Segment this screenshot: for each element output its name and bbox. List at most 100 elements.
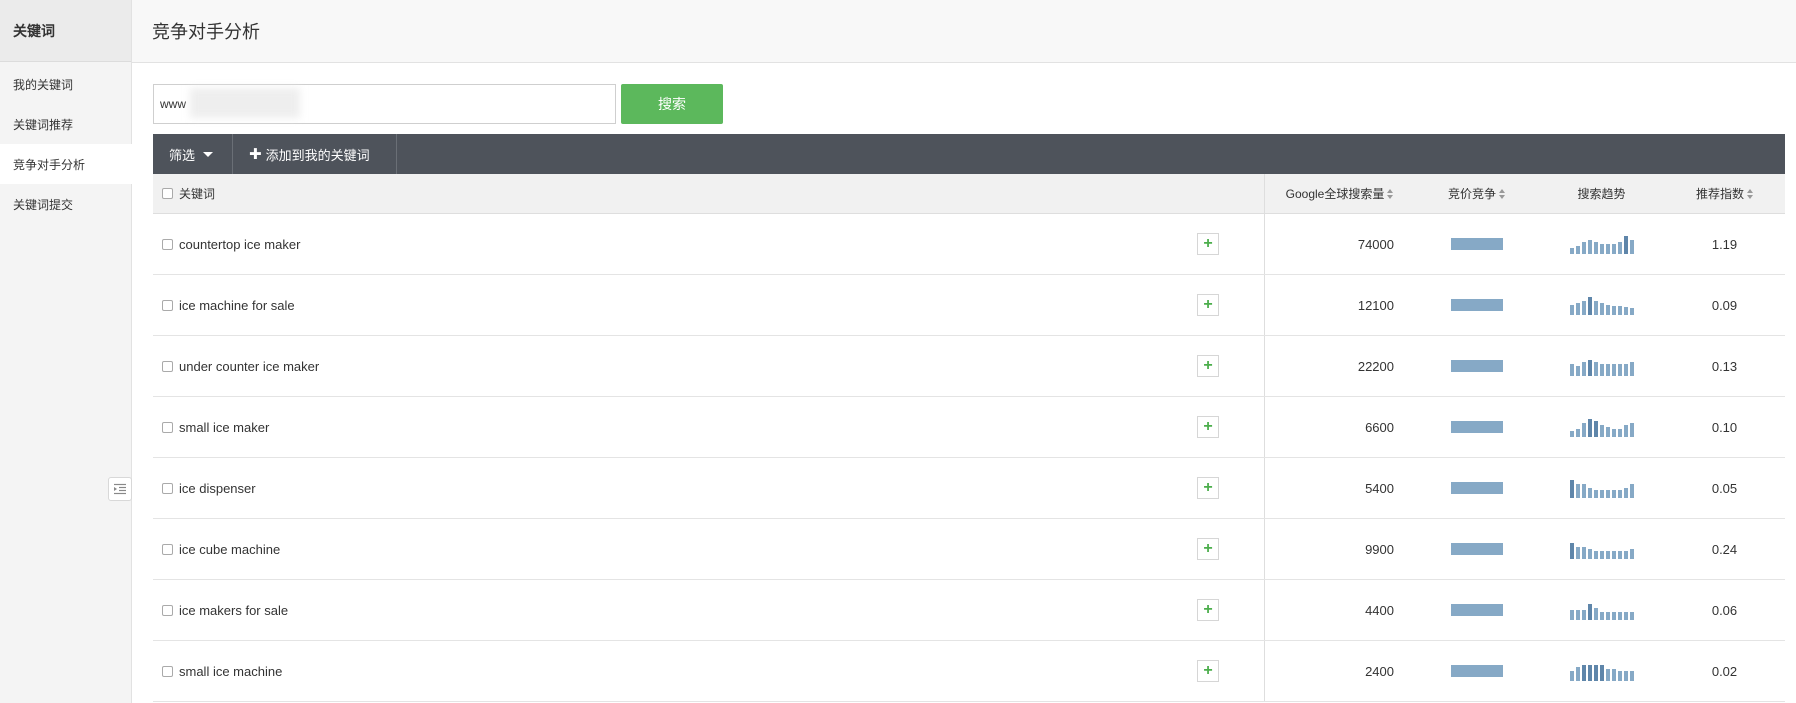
trend-bar [1575, 366, 1580, 376]
add-keyword-button[interactable]: + [1197, 599, 1219, 621]
search-trend-sparkline [1569, 417, 1634, 437]
table-body: countertop ice maker + 74000 1.19 ice ma… [153, 214, 1785, 702]
volume-value: 22200 [1357, 358, 1394, 374]
row-checkbox[interactable] [162, 238, 173, 250]
row-checkbox[interactable] [162, 604, 173, 616]
row-checkbox[interactable] [162, 543, 173, 555]
trend-bar [1617, 551, 1622, 559]
search-trend-sparkline [1569, 661, 1634, 681]
trend-bar [1587, 604, 1592, 620]
add-to-my-keywords-button[interactable]: ✚ 添加到我的关键词 [233, 134, 397, 174]
trend-bar [1599, 490, 1604, 498]
keyword-text: small ice machine [179, 663, 283, 679]
plus-icon: + [1203, 357, 1213, 374]
trend-bar [1575, 429, 1580, 437]
table-row: countertop ice maker + 74000 1.19 [153, 214, 1785, 275]
cell-bid [1414, 275, 1539, 335]
keyword-text: ice cube machine [179, 541, 281, 557]
filter-dropdown-button[interactable]: 筛选 [153, 134, 233, 174]
trend-bar [1617, 364, 1622, 376]
add-keyword-button[interactable]: + [1197, 477, 1219, 499]
bid-competition-bar [1450, 238, 1503, 250]
add-keyword-button[interactable]: + [1197, 416, 1219, 438]
cell-keyword: ice dispenser + [153, 458, 1264, 518]
trend-bar [1611, 244, 1616, 254]
trend-bar [1569, 364, 1574, 376]
page-title: 竞争对手分析 [152, 22, 260, 42]
add-label: 添加到我的关键词 [265, 147, 370, 163]
row-checkbox[interactable] [162, 482, 173, 494]
header-bid-label: 竞价竞争 [1447, 187, 1496, 201]
row-checkbox[interactable] [162, 360, 173, 372]
trend-bar [1605, 305, 1610, 315]
plus-icon: + [1203, 235, 1213, 252]
plus-icon: ✚ [249, 146, 262, 163]
trend-bar [1629, 362, 1634, 376]
header-recommend[interactable]: 推荐指数 [1664, 174, 1785, 213]
trend-bar [1569, 543, 1574, 559]
volume-value: 5400 [1365, 480, 1394, 496]
add-keyword-button[interactable]: + [1197, 355, 1219, 377]
trend-bar [1623, 612, 1628, 620]
table-row: small ice machine + 2400 0.02 [153, 641, 1785, 702]
table-row: ice cube machine + 9900 0.24 [153, 519, 1785, 580]
row-checkbox[interactable] [162, 299, 173, 311]
trend-bar [1617, 490, 1622, 498]
cell-recommend: 0.06 [1664, 580, 1785, 640]
trend-bar [1629, 423, 1634, 437]
trend-bar [1599, 244, 1604, 254]
keyword-text: countertop ice maker [179, 236, 301, 252]
add-keyword-button[interactable]: + [1197, 538, 1219, 560]
sidebar-item-competitor-analysis[interactable]: 竞争对手分析 [0, 144, 133, 184]
row-checkbox[interactable] [162, 421, 173, 433]
trend-bar [1587, 419, 1592, 437]
trend-bar [1587, 488, 1592, 498]
trend-bar [1605, 612, 1610, 620]
redacted-mask [190, 88, 300, 118]
bid-competition-bar [1450, 360, 1503, 372]
search-trend-sparkline [1569, 539, 1634, 559]
sidebar-item-keyword-recommend[interactable]: 关键词推荐 [0, 104, 131, 144]
add-keyword-button[interactable]: + [1197, 294, 1219, 316]
sidebar-item-keyword-submit[interactable]: 关键词提交 [0, 184, 131, 224]
trend-bar [1599, 303, 1604, 315]
sort-icon [1387, 188, 1394, 199]
search-button[interactable]: 搜索 [621, 84, 723, 124]
header-volume[interactable]: Google全球搜索量 [1264, 174, 1414, 213]
trend-bar [1623, 307, 1628, 315]
sort-icon [1747, 188, 1753, 199]
add-keyword-button[interactable]: + [1197, 233, 1219, 255]
trend-bar [1581, 423, 1586, 437]
trend-bar [1623, 671, 1628, 681]
add-keyword-button[interactable]: + [1197, 660, 1219, 682]
cell-volume: 74000 [1264, 214, 1414, 274]
cell-bid [1414, 458, 1539, 518]
cell-bid [1414, 397, 1539, 457]
filter-label: 筛选 [169, 147, 196, 163]
trend-bar [1593, 242, 1598, 254]
trend-bar [1581, 484, 1586, 498]
keyword-text: ice makers for sale [179, 602, 289, 618]
recommend-value: 0.24 [1711, 541, 1738, 557]
keyword-text: ice dispenser [179, 480, 256, 496]
recommend-value: 1.19 [1711, 236, 1738, 252]
select-all-checkbox[interactable] [162, 188, 173, 199]
trend-bar [1617, 671, 1622, 681]
header-trend: 搜索趋势 [1539, 174, 1664, 213]
trend-bar [1581, 610, 1586, 620]
page-header: 竞争对手分析 [132, 0, 1796, 63]
trend-bar [1611, 612, 1616, 620]
trend-bar [1623, 425, 1628, 437]
sidebar-item-my-keywords[interactable]: 我的关键词 [0, 64, 131, 104]
sidebar-collapse-button[interactable] [108, 477, 132, 501]
trend-bar [1575, 610, 1580, 620]
list-indent-icon [114, 483, 126, 495]
trend-bar [1605, 427, 1610, 437]
cell-volume: 6600 [1264, 397, 1414, 457]
row-checkbox[interactable] [162, 665, 173, 677]
header-bid[interactable]: 竞价竞争 [1414, 174, 1539, 213]
sidebar: 关键词 我的关键词 关键词推荐 竞争对手分析 关键词提交 [0, 0, 133, 703]
cell-recommend: 0.02 [1664, 641, 1785, 701]
header-recommend-label: 推荐指数 [1695, 187, 1744, 201]
trend-bar [1593, 490, 1598, 498]
